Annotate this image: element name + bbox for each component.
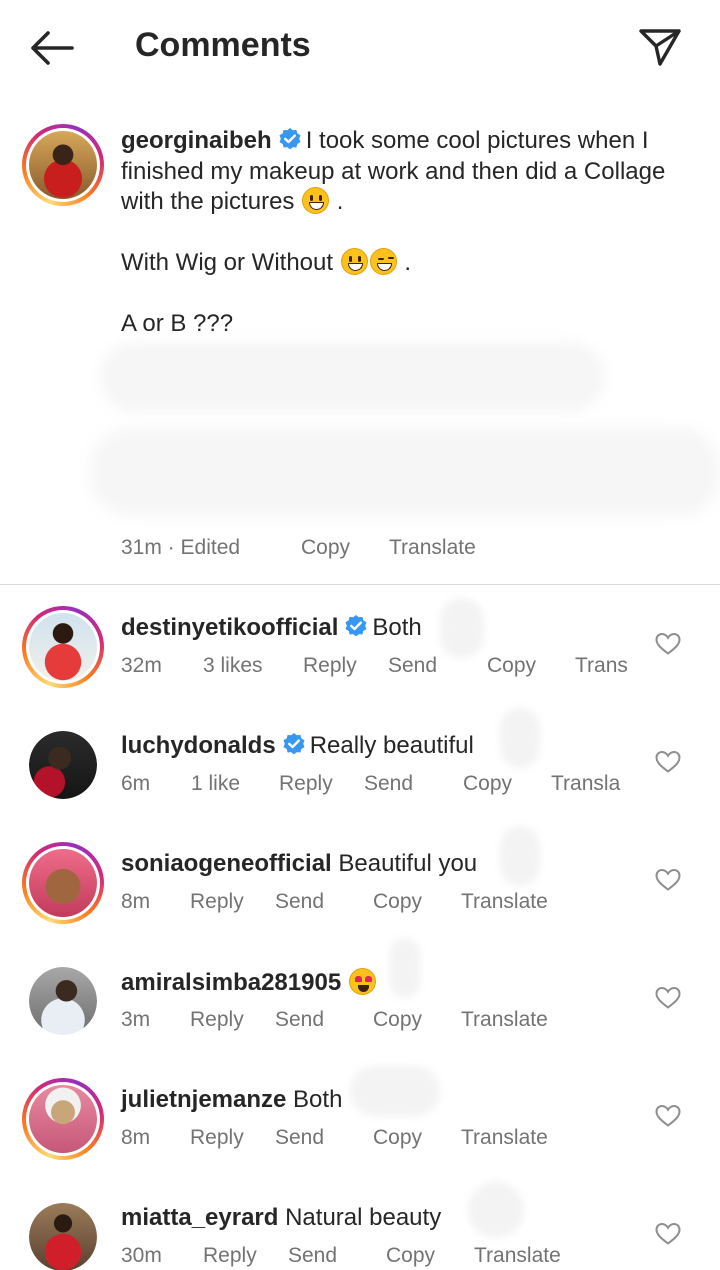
comment-time: 30m bbox=[121, 1244, 162, 1267]
comment-text: luchydonalds Really beautiful bbox=[121, 732, 474, 760]
heart-eyes-emoji-icon bbox=[348, 968, 376, 995]
commenter-avatar[interactable] bbox=[22, 1078, 104, 1160]
comment-time: 6m bbox=[121, 772, 151, 795]
comment-text: destinyetikoofficial Both bbox=[121, 614, 422, 642]
comment-time: 8m bbox=[121, 1126, 151, 1149]
commenter-avatar[interactable] bbox=[22, 606, 104, 688]
commenter-avatar[interactable] bbox=[22, 842, 104, 924]
post-caption: georginaibeh I took some cool pictures wh… bbox=[0, 110, 720, 584]
copy-button[interactable]: Copy bbox=[373, 1126, 422, 1150]
caption-copy-button[interactable]: Copy bbox=[301, 536, 350, 560]
caption-translate-button[interactable]: Translate bbox=[389, 536, 476, 560]
redacted-area bbox=[468, 1182, 524, 1238]
heart-outline-icon[interactable] bbox=[655, 632, 681, 656]
comment-text: amiralsimba281905 bbox=[121, 968, 377, 997]
back-arrow-icon[interactable] bbox=[28, 28, 76, 68]
verified-badge-icon bbox=[345, 615, 367, 637]
comment-row: miatta_eyrard Natural beauty 30m Reply S… bbox=[0, 1182, 720, 1270]
comment-row: soniaogeneofficial Beautiful you 8m Repl… bbox=[0, 826, 720, 960]
comment-username[interactable]: soniaogeneofficial bbox=[121, 850, 332, 877]
divider bbox=[0, 584, 720, 585]
comment-username[interactable]: julietnjemanze bbox=[121, 1086, 286, 1113]
smiley-emoji-icon bbox=[302, 187, 330, 214]
comment-time: 8m bbox=[121, 890, 151, 913]
heart-outline-icon[interactable] bbox=[655, 750, 681, 774]
caption-text: georginaibeh I took some cool pictures wh… bbox=[121, 126, 681, 340]
likes-count[interactable]: 1 like bbox=[191, 772, 240, 796]
commenter-avatar[interactable] bbox=[29, 731, 97, 799]
send-button[interactable]: Send bbox=[275, 890, 324, 914]
page-title: Comments bbox=[135, 26, 311, 64]
redacted-area bbox=[440, 598, 484, 658]
comment-row: destinyetikoofficial Both 32m 3 likes Rep… bbox=[0, 598, 720, 724]
comment-text: soniaogeneofficial Beautiful you bbox=[121, 850, 477, 878]
copy-button[interactable]: Copy bbox=[373, 890, 422, 914]
reply-button[interactable]: Reply bbox=[303, 654, 357, 678]
comment-body: Natural beauty bbox=[285, 1204, 442, 1231]
comment-username[interactable]: destinyetikoofficial bbox=[121, 614, 338, 641]
reply-button[interactable]: Reply bbox=[203, 1244, 257, 1268]
heart-outline-icon[interactable] bbox=[655, 1104, 681, 1128]
copy-button[interactable]: Copy bbox=[463, 772, 512, 796]
caption-author-avatar[interactable] bbox=[22, 124, 104, 206]
verified-badge-icon bbox=[283, 733, 305, 755]
comment-body: Both bbox=[372, 614, 422, 641]
send-button[interactable]: Send bbox=[364, 772, 413, 796]
copy-button[interactable]: Copy bbox=[386, 1244, 435, 1268]
caption-line-1-end: . bbox=[336, 188, 344, 215]
comment-username[interactable]: amiralsimba281905 bbox=[121, 969, 341, 996]
redacted-area bbox=[90, 428, 720, 516]
grin-emoji-icon bbox=[340, 248, 368, 275]
send-button[interactable]: Send bbox=[275, 1126, 324, 1150]
translate-button[interactable]: Trans bbox=[575, 654, 628, 678]
wink-emoji-icon bbox=[369, 248, 397, 275]
comment-time: 3m bbox=[121, 1008, 151, 1031]
redacted-area bbox=[390, 938, 420, 998]
commenter-avatar[interactable] bbox=[29, 1203, 97, 1270]
comment-body: Both bbox=[293, 1086, 343, 1113]
reply-button[interactable]: Reply bbox=[190, 890, 244, 914]
heart-outline-icon[interactable] bbox=[655, 1222, 681, 1246]
commenter-avatar[interactable] bbox=[29, 967, 97, 1035]
caption-username[interactable]: georginaibeh bbox=[121, 127, 272, 154]
comment-body: Really beautiful bbox=[309, 732, 474, 759]
comment-username[interactable]: luchydonalds bbox=[121, 732, 276, 759]
caption-line-3: A or B ??? bbox=[121, 310, 234, 337]
send-button[interactable]: Send bbox=[275, 1008, 324, 1032]
translate-button[interactable]: Translate bbox=[461, 890, 548, 914]
translate-button[interactable]: Translate bbox=[474, 1244, 561, 1268]
redacted-area bbox=[350, 1066, 440, 1116]
caption-time: 31m · Edited bbox=[121, 536, 241, 559]
heart-outline-icon[interactable] bbox=[655, 868, 681, 892]
comment-time: 32m bbox=[121, 654, 162, 677]
send-button[interactable]: Send bbox=[288, 1244, 337, 1268]
comment-username[interactable]: miatta_eyrard bbox=[121, 1204, 278, 1231]
comment-text: miatta_eyrard Natural beauty bbox=[121, 1204, 441, 1232]
reply-button[interactable]: Reply bbox=[279, 772, 333, 796]
comment-text: julietnjemanze Both bbox=[121, 1086, 342, 1114]
top-bar: Comments bbox=[0, 0, 720, 96]
copy-button[interactable]: Copy bbox=[373, 1008, 422, 1032]
comment-row: amiralsimba281905 3m Reply Send Copy Tra… bbox=[0, 938, 720, 1078]
caption-line-2-end: . bbox=[404, 249, 412, 276]
direct-send-icon[interactable] bbox=[636, 24, 684, 72]
caption-line-2: With Wig or Without bbox=[121, 249, 334, 276]
redacted-area bbox=[100, 342, 605, 412]
send-button[interactable]: Send bbox=[388, 654, 437, 678]
likes-count[interactable]: 3 likes bbox=[203, 654, 263, 678]
redacted-area bbox=[500, 708, 540, 768]
translate-button[interactable]: Transla bbox=[551, 772, 620, 796]
comment-row: luchydonalds Really beautiful 6m 1 like R… bbox=[0, 708, 720, 842]
reply-button[interactable]: Reply bbox=[190, 1008, 244, 1032]
copy-button[interactable]: Copy bbox=[487, 654, 536, 678]
translate-button[interactable]: Translate bbox=[461, 1008, 548, 1032]
heart-outline-icon[interactable] bbox=[655, 986, 681, 1010]
comment-row: julietnjemanze Both 8m Reply Send Copy T… bbox=[0, 1066, 720, 1196]
reply-button[interactable]: Reply bbox=[190, 1126, 244, 1150]
translate-button[interactable]: Translate bbox=[461, 1126, 548, 1150]
comment-body: Beautiful you bbox=[338, 850, 478, 877]
verified-badge-icon bbox=[279, 128, 301, 150]
redacted-area bbox=[500, 826, 540, 886]
